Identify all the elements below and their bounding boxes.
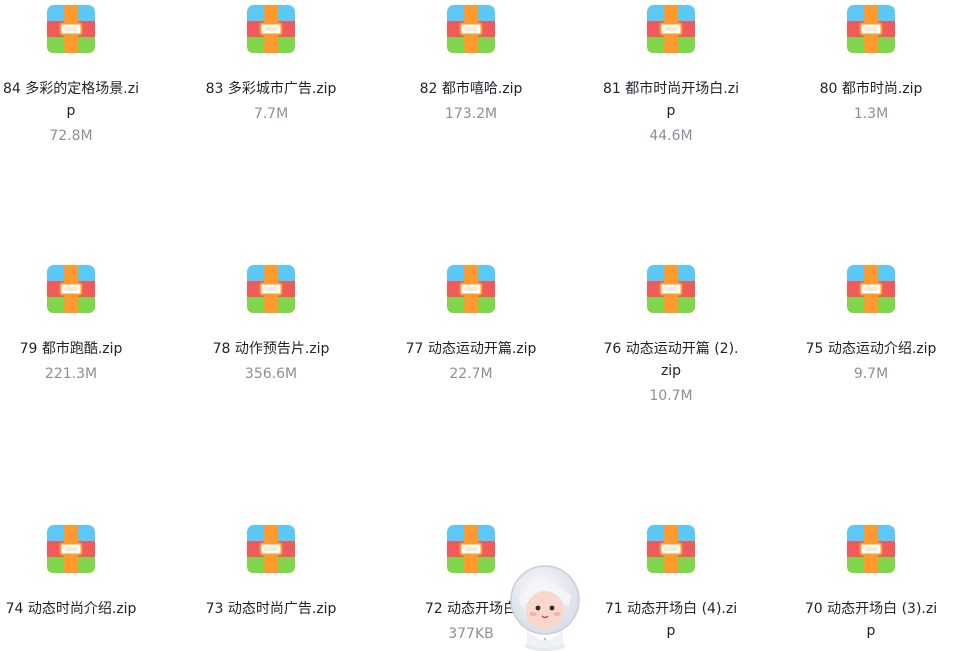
file-item[interactable]: 78 动作预告片.zip 356.6M [201, 264, 341, 385]
file-name: 82 都市嘻哈.zip [419, 81, 523, 97]
file-size: 356.6M [244, 366, 298, 382]
file-item[interactable]: 70 动态开场白 (3).zip [801, 524, 941, 645]
file-name: 70 动态开场白 (3).zip [804, 601, 938, 639]
archive-zip-icon [247, 525, 295, 573]
file-size: 9.7M [853, 366, 889, 382]
archive-zip-icon [447, 525, 495, 573]
archive-zip-icon [647, 5, 695, 53]
file-item[interactable]: 77 动态运动开篇.zip 22.7M [401, 264, 541, 385]
file-size: 7.7M [253, 106, 289, 122]
archive-zip-icon [847, 525, 895, 573]
archive-zip-icon [47, 525, 95, 573]
file-item[interactable]: 76 动态运动开篇 (2).zip 10.7M [601, 264, 741, 407]
file-name: 84 多彩的定格场景.zip [3, 81, 139, 119]
archive-zip-icon [247, 5, 295, 53]
file-name: 83 多彩城市广告.zip [205, 81, 337, 97]
file-size: 22.7M [449, 366, 493, 382]
archive-zip-icon [847, 5, 895, 53]
archive-zip-icon [847, 265, 895, 313]
archive-zip-icon [647, 265, 695, 313]
file-item[interactable]: 71 动态开场白 (4).zip [601, 524, 741, 645]
file-name: 81 都市时尚开场白.zip [603, 81, 739, 119]
file-item[interactable]: 82 都市嘻哈.zip 173.2M [401, 4, 541, 125]
archive-zip-icon [47, 5, 95, 53]
file-name: 75 动态运动介绍.zip [805, 341, 937, 357]
file-item[interactable]: 83 多彩城市广告.zip 7.7M [201, 4, 341, 125]
archive-zip-icon [247, 265, 295, 313]
file-name: 71 动态开场白 (4).zip [604, 601, 738, 639]
file-grid: 84 多彩的定格场景.zip 72.8M 83 多彩城市广告.zip 7.7M 82… [0, 0, 966, 651]
file-size: 72.8M [49, 128, 93, 144]
archive-zip-icon [647, 525, 695, 573]
file-size: 221.3M [44, 366, 98, 382]
file-size: 44.6M [649, 128, 693, 144]
file-item[interactable]: 74 动态时尚介绍.zip [1, 524, 141, 623]
file-name: 74 动态时尚介绍.zip [5, 601, 137, 617]
file-name: 79 都市跑酷.zip [19, 341, 123, 357]
file-name: 76 动态运动开篇 (2).zip [603, 341, 739, 379]
file-item[interactable]: 81 都市时尚开场白.zip 44.6M [601, 4, 741, 147]
file-size: 10.7M [649, 388, 693, 404]
file-name: 77 动态运动开篇.zip [405, 341, 537, 357]
file-item[interactable]: 80 都市时尚.zip 1.3M [801, 4, 941, 125]
file-name: 78 动作预告片.zip [212, 341, 330, 357]
file-name: 80 都市时尚.zip [819, 81, 923, 97]
file-size: 1.3M [853, 106, 889, 122]
archive-zip-icon [447, 5, 495, 53]
file-item[interactable]: 79 都市跑酷.zip 221.3M [1, 264, 141, 385]
archive-zip-icon [447, 265, 495, 313]
file-item[interactable]: 84 多彩的定格场景.zip 72.8M [1, 4, 141, 147]
file-name: 73 动态时尚广告.zip [205, 601, 337, 617]
file-size: 173.2M [444, 106, 498, 122]
file-item[interactable]: 73 动态时尚广告.zip [201, 524, 341, 623]
archive-zip-icon [47, 265, 95, 313]
file-item[interactable]: 75 动态运动介绍.zip 9.7M [801, 264, 941, 385]
astronaut-mascot-icon[interactable] [505, 560, 585, 651]
